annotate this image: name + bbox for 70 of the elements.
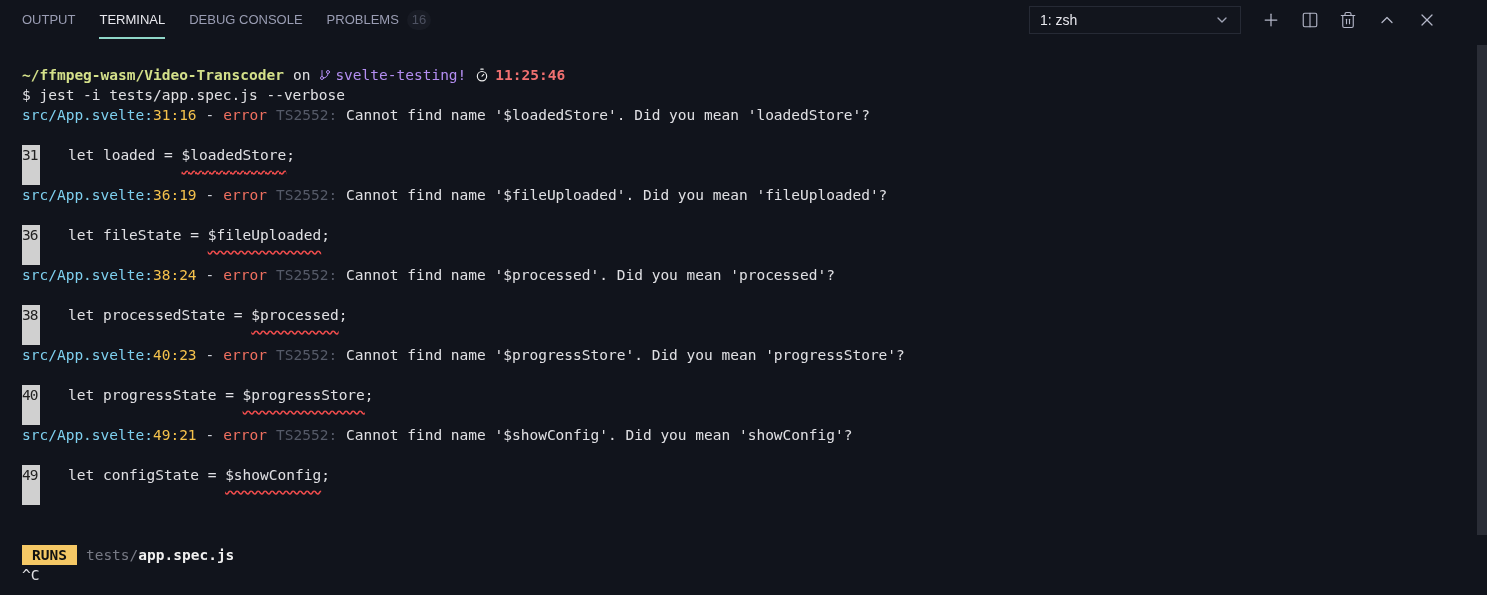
trash-icon[interactable] — [1339, 11, 1357, 29]
code-text: let processedState = — [68, 306, 244, 325]
test-file: app.spec.js — [138, 546, 235, 565]
file-path: src/App.svelte: — [22, 266, 153, 285]
code-text: let loaded = — [68, 146, 174, 165]
error-code: TS2552: — [276, 426, 338, 445]
split-icon[interactable] — [1301, 11, 1319, 29]
code-error: $fileUploaded — [207, 226, 322, 245]
file-path: src/App.svelte: — [22, 186, 153, 205]
error-position: 31:16 — [152, 106, 197, 125]
code-text: ; — [321, 466, 330, 485]
runs-badge: RUNS — [22, 545, 77, 565]
file-path: src/App.svelte: — [22, 346, 153, 365]
code-text: ; — [338, 306, 348, 325]
code-text: ; — [286, 146, 295, 165]
panel-tab[interactable]: PROBLEMS — [326, 1, 399, 39]
error-message: Cannot find name '$showConfig'. Did you mean 'showConfig'? — [346, 426, 853, 445]
git-branch: svelte-testing! — [335, 66, 467, 85]
code-text: ; — [364, 386, 374, 405]
separator: - — [205, 346, 215, 365]
git-branch-icon — [319, 68, 332, 82]
error-code: TS2552: — [276, 106, 338, 125]
error-position: 38:24 — [152, 266, 197, 285]
prompt-time: 11:25:46 — [495, 66, 566, 85]
panel-tab[interactable]: OUTPUT — [22, 1, 76, 39]
separator: - — [205, 266, 215, 285]
file-path: src/App.svelte: — [22, 426, 153, 445]
test-dir: tests/ — [85, 546, 139, 565]
stopwatch-icon — [475, 68, 490, 82]
terminal-select[interactable]: 1: zsh — [1029, 6, 1241, 34]
error-code: TS2552: — [276, 186, 338, 205]
error-message: Cannot find name '$fileUploaded'. Did you mean 'fileUploaded'? — [346, 186, 888, 205]
code-text: let configState = — [68, 466, 218, 485]
interrupt-text: ^C — [22, 566, 41, 585]
scrollbar-thumb[interactable] — [1477, 45, 1487, 535]
code-error: $processed — [251, 306, 339, 325]
command-line: $ jest -i tests/app.spec.js --verbose — [22, 86, 346, 105]
line-number: 49 — [22, 465, 40, 505]
error-level: error — [223, 426, 267, 445]
prompt-text: on — [292, 66, 311, 85]
code-text: let progressState = — [68, 386, 235, 405]
error-message: Cannot find name '$processed'. Did you mean 'processed'? — [346, 266, 835, 285]
separator: - — [205, 426, 215, 445]
code-text: ; — [321, 226, 330, 245]
error-position: 49:21 — [152, 426, 197, 445]
problems-count: 16 — [406, 10, 432, 30]
prompt-path: ~/ffmpeg-wasm/Video-Transcoder — [22, 66, 284, 85]
separator: - — [205, 186, 215, 205]
error-position: 40:23 — [152, 346, 197, 365]
panel-tab[interactable]: DEBUG CONSOLE — [189, 1, 303, 39]
error-message: Cannot find name '$progressStore'. Did you mean 'progressStore'? — [346, 346, 905, 365]
code-error: $loadedStore — [181, 146, 287, 165]
error-code: TS2552: — [276, 266, 338, 285]
error-level: error — [223, 106, 267, 125]
code-text: let fileState = — [68, 226, 200, 245]
error-message: Cannot find name '$loadedStore'. Did you mean 'loadedStore'? — [346, 106, 870, 125]
separator: - — [205, 106, 215, 125]
line-number: 38 — [22, 305, 40, 345]
error-position: 36:19 — [152, 186, 197, 205]
line-number: 31 — [22, 145, 40, 185]
line-number: 40 — [22, 385, 40, 425]
error-level: error — [223, 266, 267, 285]
panel-tab[interactable]: TERMINAL — [99, 1, 166, 39]
file-path: src/App.svelte: — [22, 106, 153, 125]
line-number: 36 — [22, 225, 40, 265]
error-code: TS2552: — [276, 346, 338, 365]
code-error: $progressStore — [242, 386, 365, 405]
error-level: error — [223, 186, 267, 205]
code-error: $showConfig — [225, 466, 322, 485]
error-level: error — [223, 346, 267, 365]
